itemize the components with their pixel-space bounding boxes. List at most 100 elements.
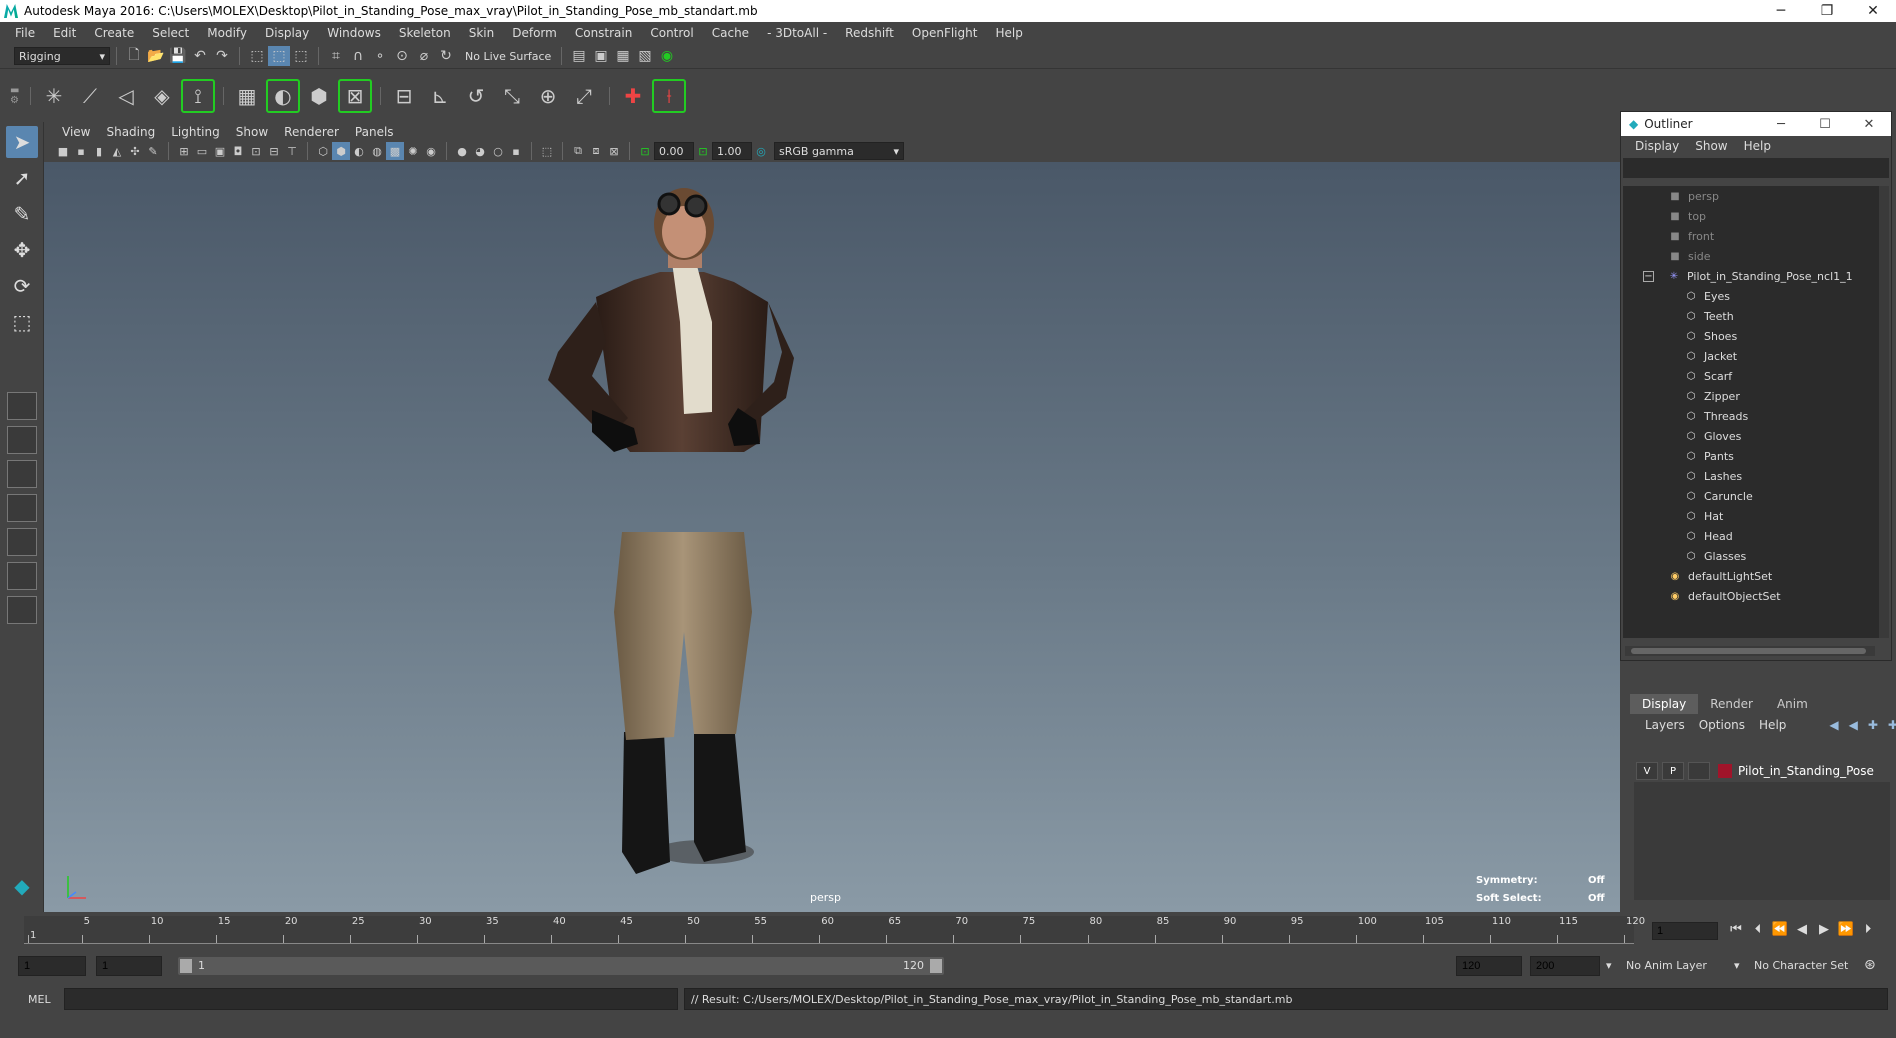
isolate-select-icon[interactable]: ⬚	[538, 142, 556, 160]
shadows-icon[interactable]: ◉	[422, 142, 440, 160]
color-management-icon[interactable]: ◎	[752, 142, 770, 160]
menu-edit[interactable]: Edit	[44, 26, 85, 40]
layer-color-swatch[interactable]	[1718, 764, 1732, 778]
exposure-icon[interactable]: ⊡	[636, 142, 654, 160]
persp-hypershade-layout-icon[interactable]	[7, 528, 37, 556]
new-scene-icon[interactable]: 🗋	[123, 46, 145, 66]
persp-outliner-layout-icon[interactable]	[7, 460, 37, 488]
outliner-search-field[interactable]	[1623, 158, 1889, 178]
paint-select-tool-icon[interactable]: ✎	[6, 198, 38, 230]
wrap-icon[interactable]: ⬢	[302, 79, 336, 113]
lasso-tool-icon[interactable]: ➚	[6, 162, 38, 194]
scrollbar-thumb[interactable]	[1631, 648, 1866, 654]
menu-display[interactable]: Display	[256, 26, 318, 40]
open-scene-icon[interactable]: 📂	[145, 46, 167, 66]
play-forwards-icon[interactable]: ▶	[1814, 922, 1834, 940]
move-tool-icon[interactable]: ✥	[6, 234, 38, 266]
tree-item-pants[interactable]: ⬡ Pants	[1623, 446, 1879, 466]
menu-skin[interactable]: Skin	[460, 26, 504, 40]
layer-display-type-toggle[interactable]	[1688, 762, 1710, 780]
snap-point-icon[interactable]: ∘	[369, 46, 391, 66]
panel-menu-show[interactable]: Show	[228, 125, 276, 139]
scale-constraint-icon[interactable]: ⤡	[495, 79, 529, 113]
panel-menu-lighting[interactable]: Lighting	[163, 125, 228, 139]
move-layer-up-icon[interactable]: ◀	[1829, 718, 1838, 732]
tree-item-threads[interactable]: ⬡ Threads	[1623, 406, 1879, 426]
aim-constraint-icon[interactable]: ⊕	[531, 79, 565, 113]
ipr-render-icon[interactable]: ▦	[612, 46, 634, 66]
cluster-icon[interactable]: ◐	[266, 78, 300, 113]
layer-menu-options[interactable]: Options	[1692, 718, 1752, 732]
image-plane-icon[interactable]: ◭	[108, 142, 126, 160]
menu-3dtoall[interactable]: - 3DtoAll -	[758, 26, 836, 40]
script-language-label[interactable]: MEL	[0, 993, 60, 1006]
minimize-button[interactable]: ─	[1758, 3, 1804, 19]
anim-layer-dropdown[interactable]: No Anim Layer	[1626, 959, 1730, 972]
textured-icon[interactable]: ▩	[386, 142, 404, 160]
custom-layout-icon[interactable]	[7, 596, 37, 624]
menu-openflight[interactable]: OpenFlight	[903, 26, 987, 40]
bind-skin-icon[interactable]: ⟟	[181, 78, 215, 113]
outliner-minimize-button[interactable]: ─	[1759, 117, 1803, 132]
snap-view-plane-icon[interactable]: ⊙	[391, 46, 413, 66]
menu-create[interactable]: Create	[85, 26, 143, 40]
camera-attrs-icon[interactable]: ▪	[72, 142, 90, 160]
snap-live-icon[interactable]: ↻	[435, 46, 457, 66]
go-to-start-icon[interactable]: ⏮	[1726, 922, 1746, 940]
xray-icon[interactable]: ⧉	[569, 142, 587, 160]
new-layer-selected-icon[interactable]: ✚	[1888, 718, 1896, 732]
tree-item-persp[interactable]: ■ persp	[1623, 186, 1879, 206]
tree-item-gloves[interactable]: ⬡ Gloves	[1623, 426, 1879, 446]
time-slider-track[interactable]: 1 5 10 15 20 25 30 35 40 45 50 55 60 65 70 75 80 85 90 95 10…	[24, 916, 1645, 944]
pilot-character-model[interactable]	[44, 162, 1620, 912]
tree-item-default-object-set[interactable]: ◉ defaultObjectSet	[1623, 586, 1879, 606]
animation-end-field[interactable]	[1530, 956, 1600, 976]
view-transform-dropdown[interactable]: sRGB gamma ▾	[774, 142, 904, 160]
range-start-handle[interactable]	[180, 959, 192, 973]
wireframe-icon[interactable]: ⬡	[314, 142, 332, 160]
safe-title-icon[interactable]: ⊤	[283, 142, 301, 160]
create-joints-icon[interactable]: ✳	[37, 79, 71, 113]
menu-redshift[interactable]: Redshift	[836, 26, 903, 40]
outliner-close-button[interactable]: ✕	[1847, 117, 1891, 132]
single-perspective-layout-icon[interactable]	[7, 392, 37, 420]
menu-help[interactable]: Help	[986, 26, 1031, 40]
multisample-aa-icon[interactable]: ○	[489, 142, 507, 160]
close-button[interactable]: ✕	[1850, 3, 1896, 19]
tree-item-side[interactable]: ■ side	[1623, 246, 1879, 266]
outliner-menu-help[interactable]: Help	[1736, 139, 1779, 153]
layer-menu-layers[interactable]: Layers	[1638, 718, 1692, 732]
new-layer-icon[interactable]: ✚	[1868, 718, 1878, 732]
tree-item-top[interactable]: ■ top	[1623, 206, 1879, 226]
four-view-layout-icon[interactable]	[7, 426, 37, 454]
outliner-maximize-button[interactable]: ☐	[1803, 117, 1847, 132]
outliner-menu-show[interactable]: Show	[1687, 139, 1735, 153]
playback-start-field[interactable]	[96, 956, 162, 976]
scale-tool-icon[interactable]: ⬚	[6, 306, 38, 338]
hypershade-icon[interactable]: ◉	[656, 46, 678, 66]
film-gate-icon[interactable]: ▭	[193, 142, 211, 160]
use-all-lights-icon[interactable]: ✺	[404, 142, 422, 160]
select-tool-icon[interactable]: ➤	[6, 126, 38, 158]
menuset-dropdown[interactable]: Rigging ▾	[14, 47, 110, 65]
menu-deform[interactable]: Deform	[503, 26, 566, 40]
menu-control[interactable]: Control	[641, 26, 702, 40]
tree-item-hat[interactable]: ⬡ Hat	[1623, 506, 1879, 526]
lattice-icon[interactable]: ▦	[230, 79, 264, 113]
gamma-icon[interactable]: ⊡	[694, 142, 712, 160]
layer-row[interactable]: V P Pilot_in_Standing_Pose	[1634, 760, 1890, 782]
persp-graph-layout-icon[interactable]	[7, 494, 37, 522]
animation-start-field[interactable]	[18, 956, 86, 976]
move-layer-down-icon[interactable]: ◀	[1849, 718, 1858, 732]
menu-constrain[interactable]: Constrain	[566, 26, 642, 40]
grease-pencil-icon[interactable]: ✎	[144, 142, 162, 160]
collapse-icon[interactable]: −	[1643, 270, 1654, 282]
parent-constraint-icon[interactable]: ⊟	[387, 79, 421, 113]
menu-modify[interactable]: Modify	[198, 26, 256, 40]
ik-handle-icon[interactable]: ⟋	[73, 79, 107, 113]
2d-pan-icon[interactable]: ✣	[126, 142, 144, 160]
restore-button[interactable]: ❐	[1804, 3, 1850, 19]
outliner-vertical-scrollbar[interactable]	[1879, 186, 1889, 638]
orient-constraint-icon[interactable]: ↺	[459, 79, 493, 113]
point-constraint-icon[interactable]: ⊾	[423, 79, 457, 113]
